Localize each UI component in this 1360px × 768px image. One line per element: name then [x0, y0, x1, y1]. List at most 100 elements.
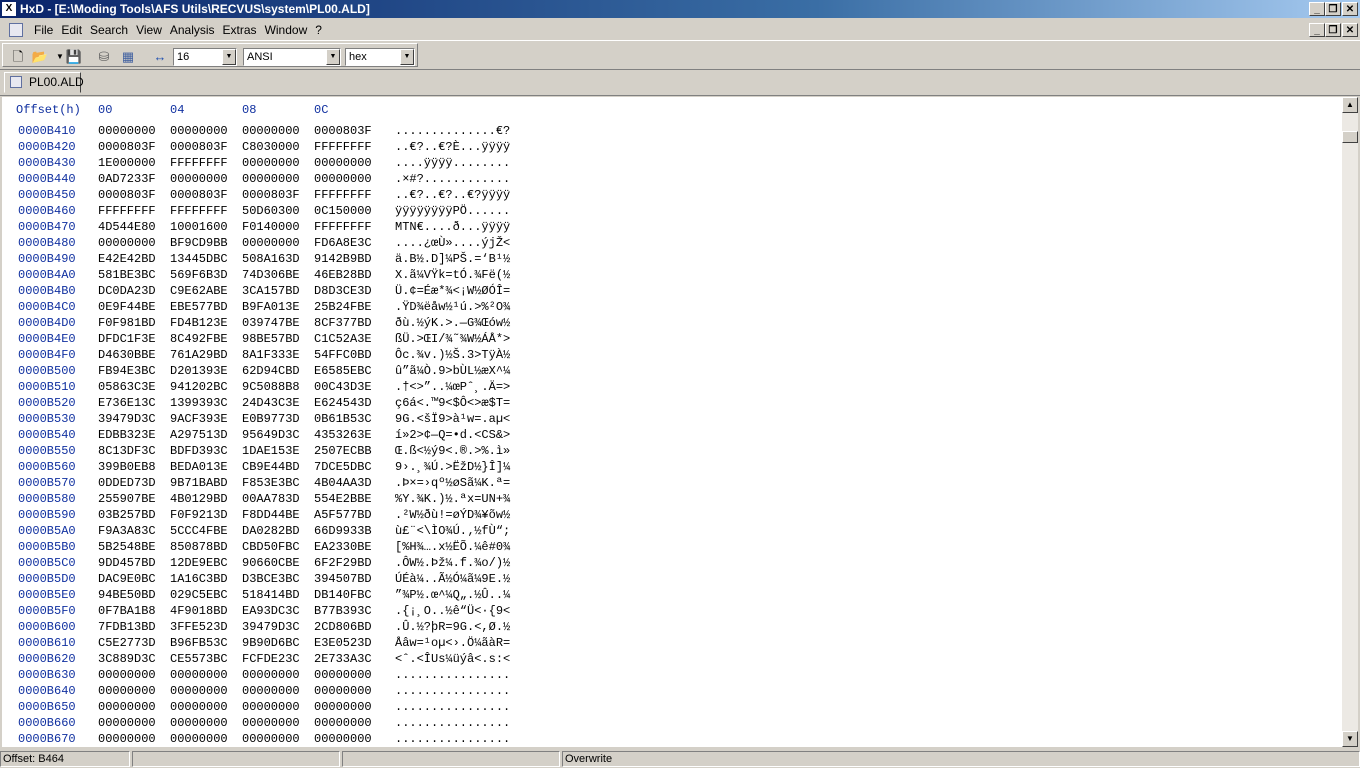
save-icon[interactable]: 💾 — [65, 48, 83, 65]
ascii-text[interactable]: ç6á<.™9<$Ô<>æ$T= — [395, 395, 510, 411]
hex-bytes[interactable]: F0F9213D — [170, 507, 228, 523]
hex-bytes[interactable]: 00000000 — [170, 699, 228, 715]
ascii-text[interactable]: <ˆ.<ÎUs¼üýâ<.s:< — [395, 651, 510, 667]
hex-bytes[interactable]: 399B0EB8 — [98, 459, 156, 475]
ascii-text[interactable]: û”ã¼Ò.9>bÙL½æX^¼ — [395, 363, 510, 379]
mdi-minimize-icon[interactable]: _ — [1309, 23, 1325, 37]
hex-bytes[interactable]: DB140FBC — [314, 587, 372, 603]
new-file-icon[interactable]: 🗋 — [9, 48, 27, 65]
hex-bytes[interactable]: 00000000 — [170, 667, 228, 683]
hex-bytes[interactable]: 4F9018BD — [170, 603, 228, 619]
hex-bytes[interactable]: 00000000 — [242, 715, 300, 731]
hex-bytes[interactable]: 255907BE — [98, 491, 156, 507]
hex-bytes[interactable]: FB94E3BC — [98, 363, 156, 379]
ascii-text[interactable]: .×#?............ — [395, 171, 510, 187]
ascii-text[interactable]: %Y.¾K.)½.ªx=UN+¾ — [395, 491, 510, 507]
hex-bytes[interactable]: EA2330BE — [314, 539, 372, 555]
hex-bytes[interactable]: 00000000 — [314, 171, 372, 187]
hex-bytes[interactable]: 9B71BABD — [170, 475, 228, 491]
hex-bytes[interactable]: 569F6B3D — [170, 267, 228, 283]
ascii-text[interactable]: ..............€? — [395, 123, 510, 139]
hex-bytes[interactable]: 8C492FBE — [170, 331, 228, 347]
hex-bytes[interactable]: E736E13C — [98, 395, 156, 411]
hex-bytes[interactable]: 94BE50BD — [98, 587, 156, 603]
hex-bytes[interactable]: 00000000 — [98, 731, 156, 747]
hxd-icon[interactable]: X — [2, 2, 16, 16]
hex-bytes[interactable]: 98BE57BD — [242, 331, 300, 347]
hex-bytes[interactable]: FFFFFFFF — [314, 139, 372, 155]
ascii-text[interactable]: X.ã¼VŸk=tÓ.¾Fë(½ — [395, 267, 510, 283]
hex-bytes[interactable]: 850878BD — [170, 539, 228, 555]
hex-bytes[interactable]: 50D60300 — [242, 203, 300, 219]
hex-bytes[interactable]: 8A1F333E — [242, 347, 300, 363]
hex-bytes[interactable]: 12DE9EBC — [170, 555, 228, 571]
ascii-text[interactable]: ................ — [395, 699, 510, 715]
hex-bytes[interactable]: B9FA013E — [242, 299, 300, 315]
hex-bytes[interactable]: 10001600 — [170, 219, 228, 235]
ascii-text[interactable]: ”¾P½.œ^¼Q„.½Û..¼ — [395, 587, 510, 603]
ascii-text[interactable]: 9G.<šÏ9>à¹w=.aµ< — [395, 411, 510, 427]
hex-bytes[interactable]: 00000000 — [170, 123, 228, 139]
hex-bytes[interactable]: 00000000 — [314, 715, 372, 731]
scroll-down-icon[interactable]: ▼ — [1342, 731, 1358, 747]
chevron-down-icon[interactable]: ▼ — [222, 49, 236, 65]
hex-bytes[interactable]: C5E2773D — [98, 635, 156, 651]
hex-bytes[interactable]: EDBB323E — [98, 427, 156, 443]
hex-bytes[interactable]: F9A3A83C — [98, 523, 156, 539]
hex-bytes[interactable]: 6F2F29BD — [314, 555, 372, 571]
hex-bytes[interactable]: 4B0129BD — [170, 491, 228, 507]
hex-bytes[interactable]: 0E9F44BE — [98, 299, 156, 315]
hex-bytes[interactable]: 508A163D — [242, 251, 300, 267]
hex-bytes[interactable]: 4B04AA3D — [314, 475, 372, 491]
hex-bytes[interactable]: 25B24FBE — [314, 299, 372, 315]
ascii-text[interactable]: ................ — [395, 667, 510, 683]
chevron-down-icon[interactable]: ▼ — [400, 49, 414, 65]
hex-bytes[interactable]: 761A29BD — [170, 347, 228, 363]
hex-bytes[interactable]: BDFD393C — [170, 443, 228, 459]
hex-bytes[interactable]: DFDC1F3E — [98, 331, 156, 347]
hex-editor-view[interactable]: Offset(h) 00 04 08 0C 0000B410 00000000 00… — [2, 97, 1342, 747]
hex-bytes[interactable]: FCFDE23C — [242, 651, 300, 667]
vertical-scrollbar[interactable]: ▲ ▼ — [1342, 97, 1358, 747]
hex-bytes[interactable]: FFFFFFFF — [98, 203, 156, 219]
hex-bytes[interactable]: E42E42BD — [98, 251, 156, 267]
hex-bytes[interactable]: 00000000 — [242, 667, 300, 683]
ascii-text[interactable]: ßÜ.>ŒI/¾˜¾W½ÁÅ*> — [395, 331, 510, 347]
ascii-text[interactable]: Œ.ß<½ý9<.®.>%.ì» — [395, 443, 510, 459]
hex-bytes[interactable]: DC0DA23D — [98, 283, 156, 299]
hex-bytes[interactable]: 00000000 — [242, 235, 300, 251]
hex-bytes[interactable]: 0000803F — [314, 123, 372, 139]
hex-bytes[interactable]: 8C13DF3C — [98, 443, 156, 459]
mdi-restore-icon[interactable]: ❐ — [1325, 23, 1341, 37]
ascii-text[interactable]: ÿÿÿÿÿÿÿÿPÖ...... — [395, 203, 510, 219]
hex-bytes[interactable]: 3CA157BD — [242, 283, 300, 299]
ascii-text[interactable]: .ÔW½.Þž¼.f.¾o/)½ — [395, 555, 510, 571]
hex-bytes[interactable]: CBD50FBC — [242, 539, 300, 555]
hex-bytes[interactable]: 00000000 — [314, 667, 372, 683]
hex-bytes[interactable]: D8D3CE3D — [314, 283, 372, 299]
hex-bytes[interactable]: C9E62ABE — [170, 283, 228, 299]
hex-bytes[interactable]: 039747BE — [242, 315, 300, 331]
hex-bytes[interactable]: 518414BD — [242, 587, 300, 603]
hex-bytes[interactable]: A5F577BD — [314, 507, 372, 523]
hex-bytes[interactable]: 00000000 — [314, 731, 372, 747]
hex-bytes[interactable]: 0000803F — [242, 187, 300, 203]
hex-bytes[interactable]: BEDA013E — [170, 459, 228, 475]
ascii-text[interactable]: .Û.½?þR=9G.<,Ø.½ — [395, 619, 510, 635]
ascii-text[interactable]: [%H¾….x½ËÕ.¼ê#0¾ — [395, 539, 510, 555]
hex-bytes[interactable]: 2E733A3C — [314, 651, 372, 667]
ascii-text[interactable]: .†<>”..¼œPˆ¸.Ä=> — [395, 379, 510, 395]
hex-bytes[interactable]: 00000000 — [170, 731, 228, 747]
ascii-text[interactable]: ................ — [395, 683, 510, 699]
hex-bytes[interactable]: E624543D — [314, 395, 372, 411]
hex-bytes[interactable]: D4630BBE — [98, 347, 156, 363]
hex-bytes[interactable]: 394507BD — [314, 571, 372, 587]
hex-bytes[interactable]: 9DD457BD — [98, 555, 156, 571]
hex-bytes[interactable]: 7FDB13BD — [98, 619, 156, 635]
hex-bytes[interactable]: 9142B9BD — [314, 251, 372, 267]
ascii-text[interactable]: ....ÿÿÿÿ........ — [395, 155, 510, 171]
menu-window[interactable]: Window — [261, 20, 312, 40]
hex-bytes[interactable]: 9B90D6BC — [242, 635, 300, 651]
hex-bytes[interactable]: 13445DBC — [170, 251, 228, 267]
hex-bytes[interactable]: CB9E44BD — [242, 459, 300, 475]
